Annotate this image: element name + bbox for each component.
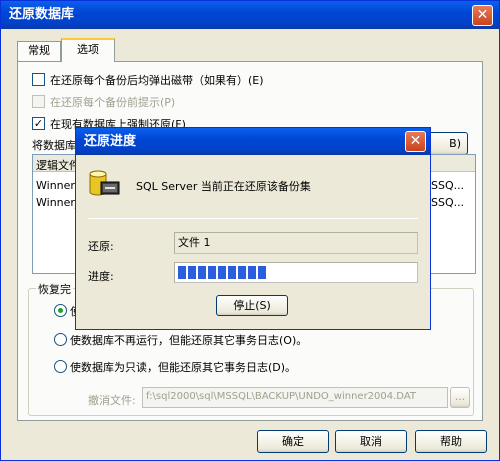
cancel-button[interactable]: 取消	[335, 430, 407, 453]
progress-segment	[198, 266, 206, 279]
progress-label: 进度:	[88, 270, 114, 283]
eject-tape-checkbox[interactable]	[32, 73, 45, 86]
database-restore-icon	[88, 168, 122, 202]
table-row[interactable]: Winner	[36, 179, 75, 192]
progress-segment	[258, 266, 266, 279]
browse-button-label: B)	[449, 137, 461, 150]
close-icon: ✕	[409, 133, 422, 149]
browse-dots: ...	[454, 390, 466, 403]
tab-options[interactable]: 选项	[61, 38, 115, 62]
tab-general[interactable]: 常规	[17, 41, 61, 61]
stop-button-label: 停止(S)	[233, 299, 271, 312]
stop-button[interactable]: 停止(S)	[216, 295, 288, 316]
restore-value-field: 文件 1	[174, 232, 418, 254]
undo-file-browse-button: ...	[450, 387, 470, 408]
radio-selected-dot	[58, 308, 63, 313]
progress-message: SQL Server 当前正在还原该备份集	[136, 180, 311, 193]
help-button-label: 帮助	[440, 435, 462, 448]
undo-file-field: f:\sql2000\sql\MSSQL\BACKUP\UNDO_winner2…	[142, 387, 448, 408]
prompt-before-restore-label: 在还原每个备份前提示(P)	[50, 96, 176, 109]
progress-bar	[174, 262, 418, 283]
cancel-button-label: 取消	[360, 435, 382, 448]
recovery-option-3-label: 使数据库为只读，但能还原其它事务日志(D)。	[70, 361, 297, 374]
recovery-option-1-radio[interactable]	[54, 304, 67, 317]
separator	[88, 218, 418, 219]
help-button[interactable]: 帮助	[415, 430, 487, 453]
progress-title: 还原进度	[84, 134, 137, 149]
restore-progress-dialog: 还原进度 ✕ SQL Server 当前正在还原该备份集 还原: 文件 1 进度…	[75, 127, 431, 330]
progress-segment	[238, 266, 246, 279]
table-cell: SSQ...	[431, 179, 465, 192]
progress-segment	[248, 266, 256, 279]
progress-titlebar: 还原进度 ✕	[76, 128, 430, 155]
table-header-logical-file: 逻辑文件	[36, 159, 80, 172]
eject-tape-label: 在还原每个备份后均弹出磁带（如果有）(E)	[50, 74, 264, 87]
progress-segment	[178, 266, 186, 279]
main-titlebar: 还原数据库 ✕	[1, 1, 499, 29]
restore-value: 文件 1	[178, 236, 211, 249]
table-row[interactable]: Winner_	[36, 196, 80, 209]
undo-file-label: 撤消文件:	[88, 394, 136, 407]
table-cell: Winner	[36, 179, 75, 192]
progress-segment	[218, 266, 226, 279]
ok-button[interactable]: 确定	[257, 430, 329, 453]
move-to-label: 将数据库	[32, 139, 76, 152]
main-title: 还原数据库	[9, 7, 75, 22]
force-restore-checkbox[interactable]: ✓	[32, 117, 45, 130]
recovery-option-2-radio[interactable]	[54, 333, 67, 346]
progress-segment	[208, 266, 216, 279]
ok-button-label: 确定	[282, 435, 304, 448]
recovery-group-label: 恢复完	[36, 281, 73, 297]
table-cell: Winner_	[36, 196, 81, 209]
tab-general-label: 常规	[28, 44, 50, 57]
progress-segment	[188, 266, 196, 279]
restore-label: 还原:	[88, 240, 114, 253]
tab-options-label: 选项	[77, 43, 99, 56]
recovery-option-3-radio[interactable]	[54, 360, 67, 373]
progress-segment	[228, 266, 236, 279]
recovery-option-2-label: 使数据库不再运行，但能还原其它事务日志(O)。	[70, 334, 308, 347]
main-close-button[interactable]: ✕	[472, 5, 493, 26]
progress-close-button[interactable]: ✕	[405, 131, 426, 152]
close-icon: ✕	[476, 7, 489, 23]
table-cell: SSQ...	[431, 196, 465, 209]
prompt-before-restore-checkbox	[32, 95, 45, 108]
